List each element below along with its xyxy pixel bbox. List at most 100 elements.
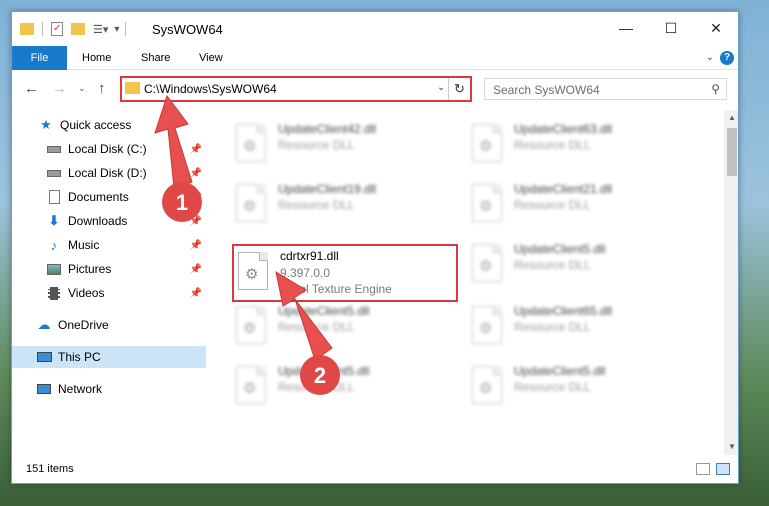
file-name: UpdateClient63.dll xyxy=(514,122,613,136)
large-icons-view-icon[interactable] xyxy=(716,463,730,475)
scroll-up-icon[interactable]: ▲ xyxy=(724,110,738,126)
file-item[interactable]: ⚙ UpdateClient5.dll Resource DLL xyxy=(464,238,684,288)
music-icon: ♪ xyxy=(50,237,58,253)
file-item[interactable]: ⚙ UpdateClient5.dll Resource DLL xyxy=(228,360,448,410)
file-name: UpdateClient65.dll xyxy=(514,304,613,318)
maximize-button[interactable]: ☐ xyxy=(648,12,694,44)
sidebar-item-videos[interactable]: Videos 📌 xyxy=(12,282,206,304)
sidebar-item-documents[interactable]: Documents 📌 xyxy=(12,186,206,208)
item-count: 151 items xyxy=(26,463,74,475)
file-name: UpdateClient5.dll xyxy=(514,242,606,256)
collapse-ribbon-icon[interactable]: ⌄ xyxy=(706,52,714,63)
pin-icon[interactable]: 📌 xyxy=(190,216,202,227)
pin-icon[interactable]: 📌 xyxy=(190,288,202,299)
quick-access-toolbar: ✓ ☰▾ ▾ xyxy=(20,20,127,38)
sidebar-item-label: Pictures xyxy=(68,262,112,276)
file-type: Resource DLL xyxy=(514,138,591,152)
file-name: UpdateClient5.dll xyxy=(278,364,370,378)
sidebar-item-downloads[interactable]: ⬇ Downloads 📌 xyxy=(12,210,206,232)
folder-icon xyxy=(125,82,140,94)
forward-arrow-icon[interactable]: → xyxy=(52,80,67,97)
file-item[interactable]: ⚙ UpdateClient5.dll Resource DLL xyxy=(228,300,448,350)
tab-home[interactable]: Home xyxy=(72,46,121,70)
explorer-window: ✓ ☰▾ ▾ SysWOW64 — ☐ ✕ File Home Share Vi… xyxy=(11,11,739,484)
tab-share[interactable]: Share xyxy=(131,46,180,70)
file-type: Resource DLL xyxy=(514,258,591,272)
separator xyxy=(42,22,43,36)
videos-icon xyxy=(46,285,62,301)
file-type: Resource DLL xyxy=(514,198,591,212)
file-item[interactable]: ⚙ UpdateClient19.dll Resource DLL xyxy=(228,178,448,228)
sidebar-item-network[interactable]: Network xyxy=(12,378,206,400)
file-type: Resource DLL xyxy=(278,380,355,394)
file-name: UpdateClient19.dll xyxy=(278,182,377,196)
dll-file-icon: ⚙ xyxy=(472,366,502,404)
sidebar-item-label: This PC xyxy=(58,350,101,364)
sidebar-item-local-disk-d[interactable]: Local Disk (D:) 📌 xyxy=(12,162,206,184)
view-options-icon[interactable]: ☰▾ xyxy=(93,23,108,36)
file-list: ⚙ UpdateClient42.dll Resource DLL ⚙ Upda… xyxy=(208,110,724,455)
navigation-bar: ← → ⌄ ↑ C:\Windows\SysWOW64 ⌄ ↻ Search S… xyxy=(12,70,738,110)
network-icon xyxy=(36,381,52,397)
new-folder-icon[interactable] xyxy=(71,23,85,35)
refresh-icon[interactable]: ↻ xyxy=(448,78,470,100)
address-path[interactable]: C:\Windows\SysWOW64 xyxy=(144,82,277,96)
scroll-thumb[interactable] xyxy=(727,128,737,176)
sidebar-item-onedrive[interactable]: ☁ OneDrive xyxy=(12,314,206,336)
minimize-button[interactable]: — xyxy=(603,12,649,44)
dll-file-icon: ⚙ xyxy=(472,306,502,344)
sidebar-item-label: Downloads xyxy=(68,214,128,228)
search-placeholder: Search SysWOW64 xyxy=(493,83,600,97)
customize-dropdown-icon[interactable]: ▾ xyxy=(114,24,119,35)
file-item[interactable]: ⚙ UpdateClient65.dll Resource DLL xyxy=(464,300,684,350)
computer-icon xyxy=(36,349,52,365)
pin-icon[interactable]: 📌 xyxy=(190,264,202,275)
sidebar-item-music[interactable]: ♪ Music 📌 xyxy=(12,234,206,256)
status-bar: 151 items xyxy=(12,455,738,483)
file-item-highlighted[interactable]: ⚙ cdrtxr91.dll 9.397.0.0 Corel Texture E… xyxy=(232,244,458,302)
sidebar-item-label: Network xyxy=(58,382,103,396)
cloud-icon: ☁ xyxy=(37,317,51,332)
folder-icon[interactable] xyxy=(20,23,34,35)
search-input[interactable]: Search SysWOW64 ⚲ xyxy=(484,78,727,100)
file-name: UpdateClient5.dll xyxy=(278,304,370,318)
sidebar-item-local-disk-c[interactable]: Local Disk (C:) 📌 xyxy=(12,138,206,160)
file-type: Resource DLL xyxy=(278,138,355,152)
tab-view[interactable]: View xyxy=(189,46,233,70)
ribbon-tabs: File Home Share View ⌄ ? xyxy=(12,46,738,96)
pin-icon[interactable]: 📌 xyxy=(190,240,202,251)
search-icon[interactable]: ⚲ xyxy=(711,82,720,96)
dll-file-icon: ⚙ xyxy=(472,124,502,162)
sidebar-item-label: Documents xyxy=(68,190,129,204)
properties-icon[interactable]: ✓ xyxy=(51,22,63,36)
details-view-icon[interactable] xyxy=(696,463,710,475)
help-icon[interactable]: ? xyxy=(720,51,734,65)
file-item[interactable]: ⚙ UpdateClient5.dll Resource DLL xyxy=(464,360,684,410)
file-item[interactable]: ⚙ UpdateClient21.dll Resource DLL xyxy=(464,178,684,228)
chevron-down-icon[interactable]: ⌄ xyxy=(437,82,445,93)
sidebar-item-quick-access[interactable]: ★ Quick access xyxy=(12,114,206,136)
pin-icon[interactable]: 📌 xyxy=(190,192,202,203)
sidebar-item-this-pc[interactable]: This PC xyxy=(12,346,206,368)
download-icon: ⬇ xyxy=(48,213,60,228)
file-name: UpdateClient5.dll xyxy=(514,364,606,378)
sidebar-item-pictures[interactable]: Pictures 📌 xyxy=(12,258,206,280)
file-item[interactable]: ⚙ UpdateClient42.dll Resource DLL xyxy=(228,118,448,168)
close-button[interactable]: ✕ xyxy=(693,12,738,44)
file-version: 9.397.0.0 xyxy=(280,266,331,280)
pin-icon[interactable]: 📌 xyxy=(190,168,202,179)
pin-icon[interactable]: 📌 xyxy=(190,144,202,155)
address-bar[interactable]: C:\Windows\SysWOW64 ⌄ ↻ xyxy=(120,76,472,102)
scroll-down-icon[interactable]: ▼ xyxy=(724,439,738,455)
recent-locations-icon[interactable]: ⌄ xyxy=(78,83,86,94)
title-bar: ✓ ☰▾ ▾ SysWOW64 — ☐ ✕ xyxy=(12,12,738,46)
file-type: Resource DLL xyxy=(514,320,591,334)
file-item[interactable]: ⚙ UpdateClient63.dll Resource DLL xyxy=(464,118,684,168)
up-arrow-icon[interactable]: ↑ xyxy=(98,80,106,97)
sidebar-item-label: Videos xyxy=(68,286,105,300)
dll-file-icon: ⚙ xyxy=(472,244,502,282)
back-arrow-icon[interactable]: ← xyxy=(24,80,39,97)
dll-file-icon: ⚙ xyxy=(472,184,502,222)
vertical-scrollbar[interactable]: ▲ ▼ xyxy=(724,110,738,455)
file-name: UpdateClient21.dll xyxy=(514,182,613,196)
